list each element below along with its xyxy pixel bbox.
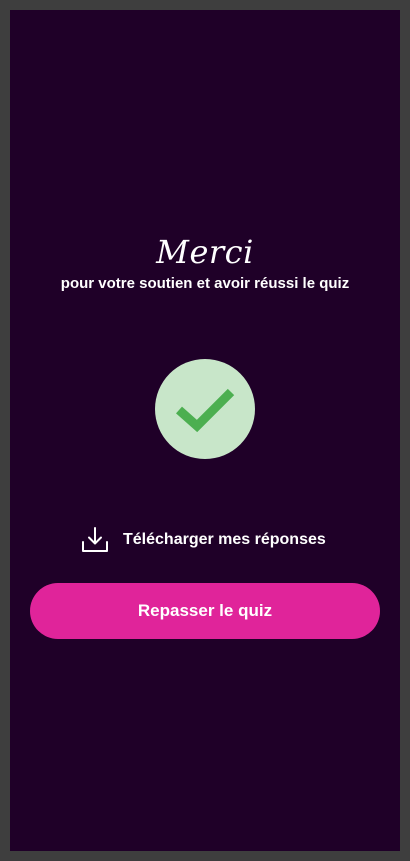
thank-you-subheading: pour votre soutien et avoir réussi le qu…: [60, 275, 350, 292]
thank-you-heading: Merci: [156, 233, 254, 271]
download-icon: [82, 527, 108, 552]
download-answers-link[interactable]: Télécharger mes réponses: [80, 525, 326, 555]
device-frame: Merci pour votre soutien et avoir réussi…: [0, 0, 410, 861]
quiz-complete-screen: Merci pour votre soutien et avoir réussi…: [10, 10, 400, 851]
checkmark-icon: [176, 388, 235, 433]
success-badge: [155, 359, 255, 459]
retake-quiz-button[interactable]: Repasser le quiz: [30, 583, 380, 639]
download-answers-label: Télécharger mes réponses: [123, 531, 326, 548]
